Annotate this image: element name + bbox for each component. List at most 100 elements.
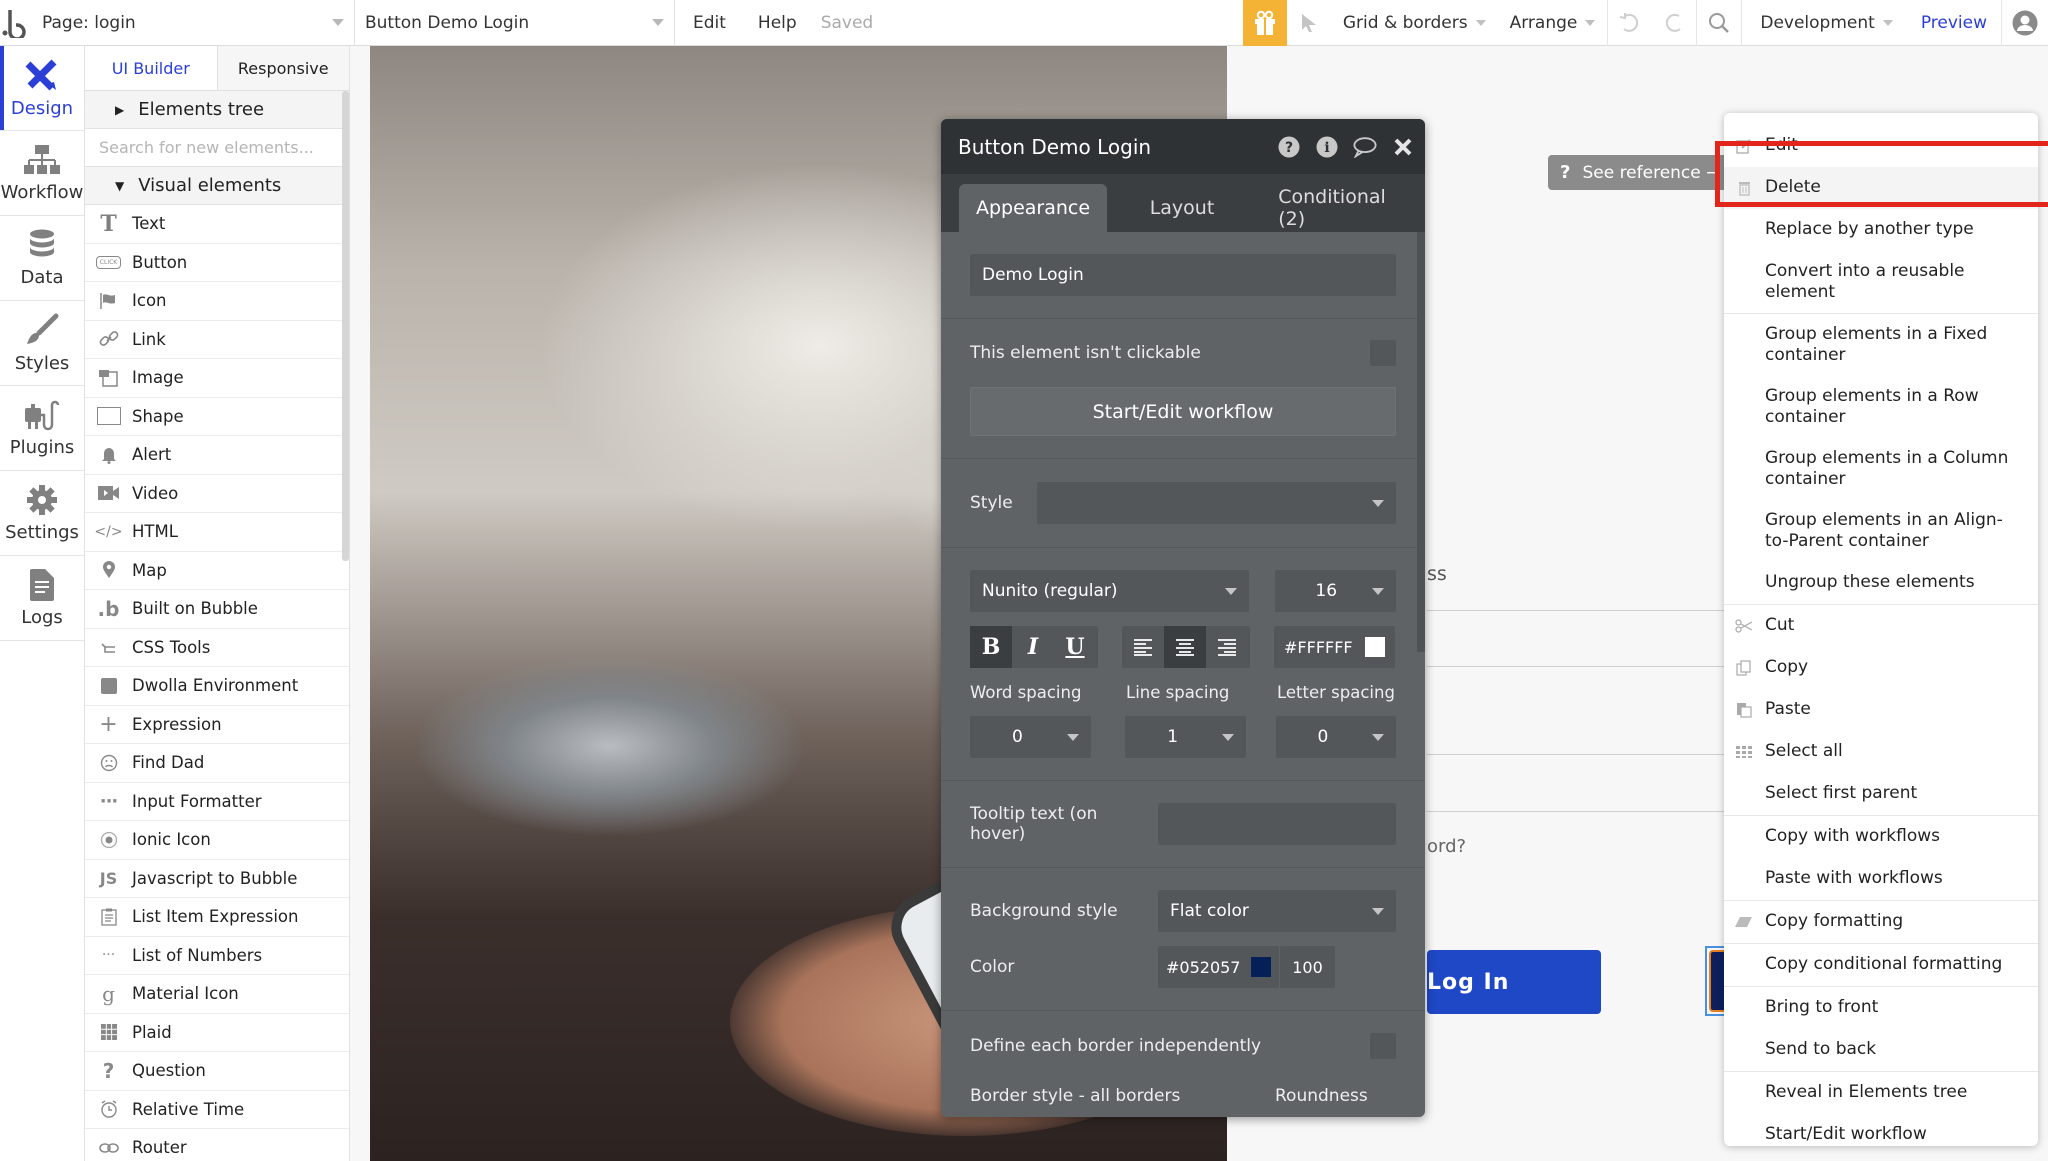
menu-item-group-elements-in-a-column-container[interactable]: Group elements in a Column container bbox=[1724, 438, 2038, 500]
menu-item-send-to-back[interactable]: Send to back bbox=[1724, 1029, 2038, 1071]
see-reference-tooltip[interactable]: ? See reference → bbox=[1548, 155, 1728, 190]
preview-link[interactable]: Preview bbox=[1907, 13, 2001, 33]
menu-item-copy-conditional-formatting[interactable]: Copy conditional formatting bbox=[1724, 944, 2038, 986]
bg-color-picker[interactable]: #052057 bbox=[1158, 946, 1279, 988]
word-spacing-dropdown[interactable]: 0 bbox=[970, 716, 1091, 758]
element-item-plaid[interactable]: Plaid bbox=[85, 1014, 349, 1052]
element-item-router[interactable]: Router bbox=[85, 1129, 349, 1161]
tab-appearance[interactable]: Appearance bbox=[959, 184, 1107, 232]
bubble-logo[interactable] bbox=[0, 0, 30, 46]
nav-design[interactable]: Design bbox=[0, 46, 84, 131]
info-button[interactable]: i bbox=[1315, 135, 1339, 159]
nav-styles[interactable]: Styles bbox=[0, 301, 84, 386]
line-spacing-dropdown[interactable]: 1 bbox=[1125, 716, 1246, 758]
menu-item-group-elements-in-a-row-container[interactable]: Group elements in a Row container bbox=[1724, 376, 2038, 438]
menu-item-ungroup-these-elements[interactable]: Ungroup these elements bbox=[1724, 562, 2038, 604]
tooltip-input[interactable] bbox=[1158, 803, 1396, 845]
border-independent-checkbox[interactable] bbox=[1370, 1033, 1396, 1059]
login-button[interactable]: Log In bbox=[1427, 950, 1601, 1014]
element-item-alert[interactable]: Alert bbox=[85, 436, 349, 475]
font-family-dropdown[interactable]: Nunito (regular) bbox=[970, 570, 1250, 612]
menu-item-bring-to-front[interactable]: Bring to front bbox=[1724, 987, 2038, 1029]
tab-conditional[interactable]: Conditional (2) bbox=[1257, 184, 1407, 232]
letter-spacing-dropdown[interactable]: 0 bbox=[1275, 716, 1397, 758]
element-item-dwolla-environment[interactable]: Dwolla Environment bbox=[85, 667, 349, 706]
help-button[interactable]: ? bbox=[1277, 135, 1301, 159]
element-item-ionic-icon[interactable]: Ionic Icon bbox=[85, 821, 349, 860]
text-color-picker[interactable]: #FFFFFF bbox=[1274, 626, 1395, 668]
bg-opacity-input[interactable]: 100 bbox=[1280, 946, 1335, 988]
align-right-button[interactable] bbox=[1206, 626, 1248, 668]
menu-help[interactable]: Help bbox=[744, 13, 803, 33]
element-item-css-tools[interactable]: CSS Tools bbox=[85, 629, 349, 667]
menu-item-select-first-parent[interactable]: Select first parent bbox=[1724, 773, 2038, 815]
nav-data[interactable]: Data bbox=[0, 216, 84, 301]
tab-ui-builder[interactable]: UI Builder bbox=[85, 46, 217, 90]
redo-button[interactable] bbox=[1652, 0, 1696, 46]
font-size-dropdown[interactable]: 16 bbox=[1275, 570, 1396, 612]
menu-item-group-elements-in-an-align-to-parent-container[interactable]: Group elements in an Align-to-Parent con… bbox=[1724, 500, 2038, 562]
element-search[interactable] bbox=[85, 129, 349, 167]
menu-item-cut[interactable]: Cut bbox=[1724, 605, 2038, 647]
arrange-dropdown[interactable]: Arrange bbox=[1498, 0, 1608, 46]
bg-color-swatch[interactable] bbox=[1251, 957, 1271, 977]
nav-logs[interactable]: Logs bbox=[0, 556, 84, 641]
italic-toggle[interactable]: I bbox=[1012, 626, 1054, 668]
close-button[interactable] bbox=[1391, 135, 1415, 159]
element-item-javascript-to-bubble[interactable]: JS Javascript to Bubble bbox=[85, 860, 349, 898]
underline-toggle[interactable]: U bbox=[1054, 626, 1096, 668]
button-text-input[interactable]: Demo Login bbox=[970, 254, 1396, 296]
element-item-shape[interactable]: Shape bbox=[85, 398, 349, 436]
tab-responsive[interactable]: Responsive bbox=[216, 46, 349, 90]
element-item-map[interactable]: Map bbox=[85, 552, 349, 590]
environment-dropdown[interactable]: Development bbox=[1742, 0, 1906, 46]
password-input-bottom-border[interactable] bbox=[1427, 811, 1727, 812]
tab-layout[interactable]: Layout bbox=[1107, 184, 1257, 232]
property-editor-header[interactable]: Button Demo Login ? i bbox=[941, 119, 1425, 174]
menu-item-start-edit-workflow[interactable]: Start/Edit workflow bbox=[1724, 1114, 2038, 1146]
element-item-relative-time[interactable]: Relative Time bbox=[85, 1091, 349, 1129]
element-item-text[interactable]: T Text bbox=[85, 205, 349, 244]
page-selector[interactable]: Page: login bbox=[30, 0, 355, 46]
menu-item-select-all[interactable]: Select all bbox=[1724, 731, 2038, 773]
search-button[interactable] bbox=[1697, 0, 1741, 46]
element-item-icon[interactable]: Icon bbox=[85, 282, 349, 321]
menu-item-copy-formatting[interactable]: Copy formatting bbox=[1724, 901, 2038, 943]
menu-item-edit[interactable]: Edit bbox=[1724, 125, 2038, 167]
element-item-material-icon[interactable]: g Material Icon bbox=[85, 975, 349, 1014]
grid-borders-dropdown[interactable]: Grid & borders bbox=[1331, 0, 1498, 46]
nav-settings[interactable]: Settings bbox=[0, 471, 84, 556]
email-input-bottom-border[interactable] bbox=[1427, 666, 1727, 667]
menu-item-convert-into-a-reusable-element[interactable]: Convert into a reusable element bbox=[1724, 251, 2038, 313]
comment-button[interactable] bbox=[1353, 135, 1377, 159]
element-item-list-item-expression[interactable]: List Item Expression bbox=[85, 898, 349, 937]
element-item-expression[interactable]: + Expression bbox=[85, 706, 349, 744]
not-clickable-checkbox[interactable] bbox=[1370, 340, 1396, 366]
element-item-list-of-numbers[interactable]: ··· List of Numbers bbox=[85, 937, 349, 975]
property-editor-scrollbar[interactable] bbox=[1417, 232, 1425, 652]
menu-edit[interactable]: Edit bbox=[675, 13, 744, 33]
menu-item-delete[interactable]: Delete bbox=[1724, 167, 2038, 209]
menu-item-copy[interactable]: Copy bbox=[1724, 647, 2038, 689]
element-item-html[interactable]: </> HTML bbox=[85, 513, 349, 552]
element-item-input-formatter[interactable]: ··· Input Formatter bbox=[85, 783, 349, 821]
user-avatar[interactable] bbox=[2002, 0, 2048, 46]
align-center-button[interactable] bbox=[1164, 626, 1206, 668]
element-item-find-dad[interactable]: Find Dad bbox=[85, 744, 349, 783]
elements-tree-toggle[interactable]: ▶ Elements tree bbox=[85, 91, 349, 129]
nav-workflow[interactable]: Workflow bbox=[0, 131, 84, 216]
forgot-password-link[interactable]: ord? bbox=[1427, 836, 1466, 857]
element-item-video[interactable]: Video bbox=[85, 475, 349, 513]
element-item-button[interactable]: CLICK Button bbox=[85, 244, 349, 282]
menu-item-replace-by-another-type[interactable]: Replace by another type bbox=[1724, 209, 2038, 251]
panel-scrollbar[interactable] bbox=[342, 91, 349, 561]
select-pointer-button[interactable] bbox=[1287, 0, 1331, 46]
gift-button[interactable] bbox=[1242, 0, 1287, 46]
element-item-link[interactable]: Link bbox=[85, 321, 349, 359]
element-selector[interactable]: Button Demo Login bbox=[355, 0, 675, 46]
element-search-input[interactable] bbox=[99, 138, 349, 157]
nav-plugins[interactable]: Plugins bbox=[0, 386, 84, 471]
menu-item-copy-with-workflows[interactable]: Copy with workflows bbox=[1724, 816, 2038, 858]
undo-button[interactable] bbox=[1608, 0, 1652, 46]
menu-item-paste[interactable]: Paste bbox=[1724, 689, 2038, 731]
